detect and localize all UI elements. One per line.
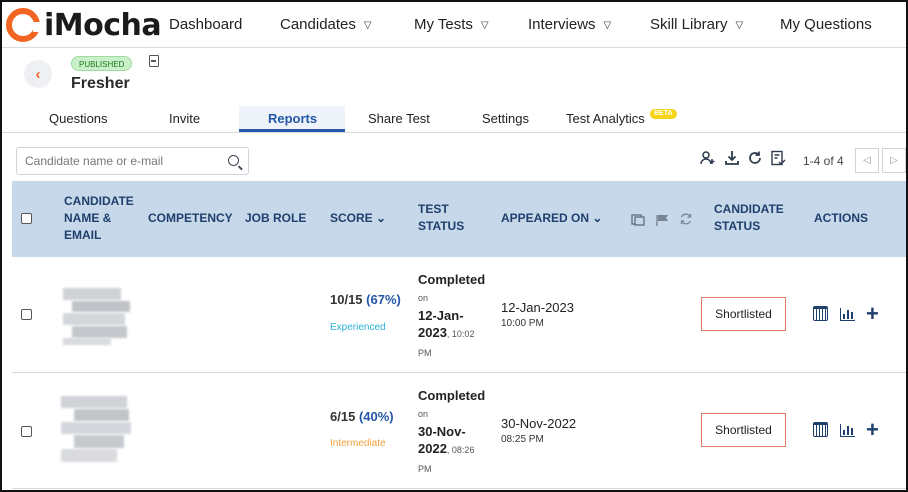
- tab-settings[interactable]: Settings: [482, 111, 529, 126]
- nav-candidates[interactable]: Candidates ▽: [280, 16, 372, 33]
- table-row: 10/15 (67%) Experienced Completed on 12-…: [12, 257, 906, 373]
- chevron-down-icon: ▽: [603, 20, 612, 31]
- test-tabs: Questions Invite Reports Share Test Sett…: [2, 106, 906, 133]
- row-checkbox[interactable]: [21, 309, 32, 320]
- column-settings-icon[interactable]: [631, 213, 645, 231]
- report-icon[interactable]: [770, 150, 786, 166]
- logo-mark-icon: [6, 8, 43, 42]
- tab-questions[interactable]: Questions: [49, 111, 108, 126]
- refresh-icon[interactable]: [747, 150, 763, 166]
- document-edit-icon[interactable]: [149, 55, 159, 67]
- header-score[interactable]: SCORE ⌄: [330, 210, 386, 227]
- prev-page-button[interactable]: ◁: [855, 148, 879, 173]
- header-appeared-on[interactable]: APPEARED ON ⌄: [501, 210, 602, 227]
- tab-invite[interactable]: Invite: [169, 111, 200, 126]
- published-badge: PUBLISHED: [71, 56, 133, 71]
- nav-my-tests[interactable]: My Tests ▽: [414, 16, 489, 33]
- active-tab-indicator: [239, 129, 345, 132]
- header-test-status: TEST STATUS: [418, 202, 465, 233]
- plus-icon[interactable]: +: [866, 419, 879, 441]
- skill-level: Intermediate: [330, 438, 386, 449]
- calendar-icon[interactable]: [813, 306, 828, 321]
- sync-icon[interactable]: [679, 212, 693, 231]
- tab-share-test[interactable]: Share Test: [368, 111, 430, 126]
- pagination-info: 1-4 of 4: [803, 154, 844, 168]
- download-icon[interactable]: [724, 150, 740, 166]
- nav-interviews[interactable]: Interviews ▽: [528, 16, 611, 33]
- plus-icon[interactable]: +: [866, 303, 879, 325]
- candidate-search: [16, 147, 249, 175]
- header-candidate: CANDIDATE NAME & EMAIL: [64, 194, 134, 242]
- nav-dashboard[interactable]: Dashboard: [169, 16, 242, 33]
- header-job-role: JOB ROLE: [245, 211, 307, 225]
- appeared-on: 12-Jan-2023 10:00 PM: [501, 300, 574, 329]
- candidate-status-select[interactable]: Shortlisted: [701, 413, 786, 447]
- appeared-on: 30-Nov-2022 08:25 PM: [501, 416, 577, 445]
- skill-level: Experienced: [330, 322, 386, 333]
- next-page-button[interactable]: ▷: [882, 148, 906, 173]
- select-all-checkbox[interactable]: [21, 213, 32, 224]
- sort-chevron-icon: ⌄: [376, 211, 387, 225]
- header-competency: COMPETENCY: [148, 211, 233, 225]
- search-icon[interactable]: [228, 155, 239, 166]
- test-status: Completed on 12-Jan- 2023, 10:02 PM: [418, 272, 486, 358]
- test-status: Completed on 30-Nov- 2022, 08:26 PM: [418, 388, 486, 474]
- sort-chevron-icon: ⌄: [592, 211, 603, 225]
- tab-test-analytics[interactable]: Test Analytics: [566, 111, 645, 126]
- chevron-down-icon: ▽: [363, 20, 372, 31]
- flag-icon[interactable]: [656, 213, 670, 231]
- calendar-icon[interactable]: [813, 422, 828, 437]
- table-row: 6/15 (40%) Intermediate Completed on 30-…: [12, 373, 906, 489]
- header-actions: ACTIONS: [814, 211, 868, 225]
- imocha-logo[interactable]: iMocha: [6, 7, 162, 43]
- row-checkbox[interactable]: [21, 426, 32, 437]
- candidate-score: 10/15 (67%): [330, 292, 401, 307]
- search-input[interactable]: [25, 152, 220, 170]
- test-title: Fresher: [71, 75, 130, 92]
- nav-my-questions[interactable]: My Questions: [780, 16, 872, 33]
- chevron-down-icon: ▽: [480, 20, 489, 31]
- chevron-down-icon: ▽: [735, 20, 744, 31]
- bar-chart-icon[interactable]: [840, 308, 855, 321]
- add-candidate-icon[interactable]: [700, 150, 716, 166]
- beta-badge: BETA: [650, 109, 677, 119]
- bar-chart-icon[interactable]: [840, 424, 855, 437]
- back-button[interactable]: ‹: [24, 60, 52, 88]
- candidate-status-select[interactable]: Shortlisted: [701, 297, 786, 331]
- nav-skill-library[interactable]: Skill Library ▽: [650, 16, 743, 33]
- logo-text: iMocha: [44, 7, 162, 43]
- app-frame: iMocha Dashboard Candidates ▽ My Tests ▽ I…: [0, 0, 908, 492]
- table-header: CANDIDATE NAME & EMAIL COMPETENCY JOB RO…: [12, 181, 906, 257]
- tab-reports[interactable]: Reports: [268, 111, 317, 126]
- candidate-score: 6/15 (40%): [330, 409, 394, 424]
- header-candidate-status: CANDIDATE STATUS: [714, 202, 784, 233]
- top-navigation: iMocha Dashboard Candidates ▽ My Tests ▽ I…: [2, 2, 906, 48]
